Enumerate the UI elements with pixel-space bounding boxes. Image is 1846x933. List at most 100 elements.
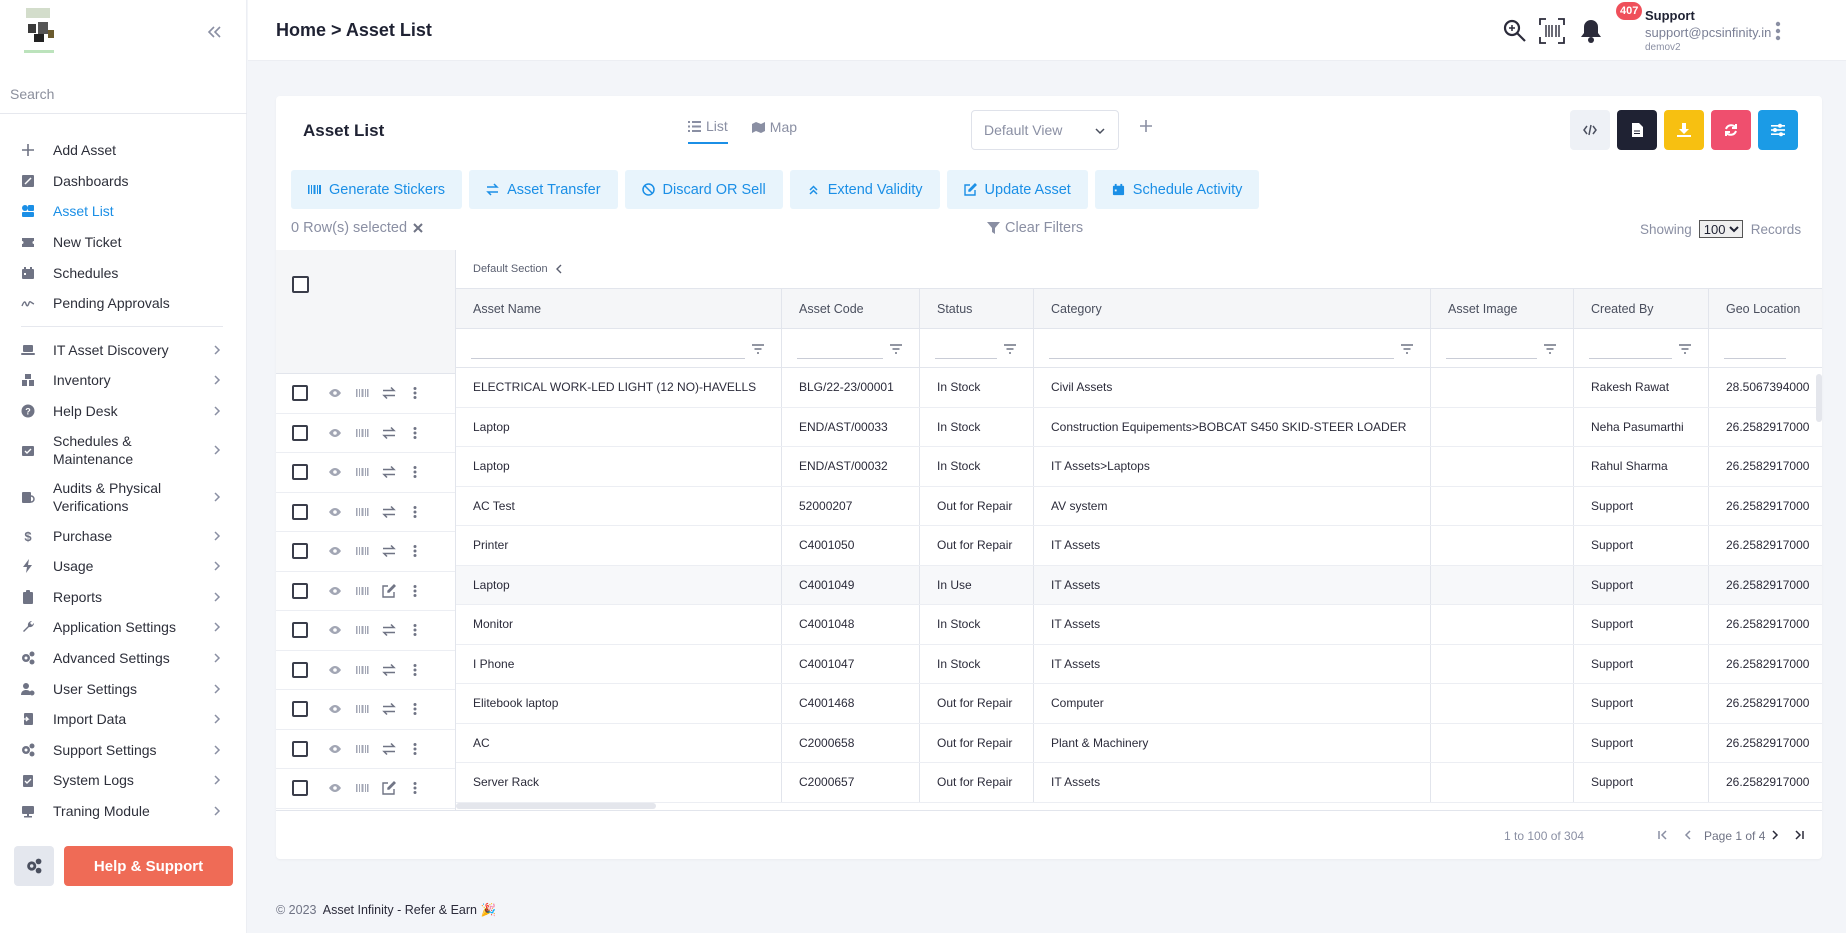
sidebar-search-input[interactable]	[10, 80, 240, 108]
view-icon[interactable]	[328, 663, 342, 677]
sidebar-item-reports[interactable]: Reports	[0, 582, 247, 613]
barcode-icon[interactable]	[355, 781, 369, 795]
clear-selection-icon[interactable]	[413, 223, 423, 233]
view-icon[interactable]	[328, 465, 342, 479]
generate-stickers-button[interactable]: Generate Stickers	[291, 170, 463, 209]
more-vertical-icon[interactable]	[412, 465, 418, 479]
section-header[interactable]: Default Section	[456, 250, 1822, 289]
barcode-icon[interactable]	[355, 584, 369, 598]
row-checkbox[interactable]	[292, 622, 308, 639]
table-row[interactable]: Server Rack C2000657 Out for Repair IT Asse…	[456, 763, 1822, 803]
transfer-icon[interactable]	[382, 505, 396, 519]
horizontal-scrollbar[interactable]	[456, 803, 656, 809]
sidebar-item-pending-approvals[interactable]: Pending Approvals	[0, 288, 247, 319]
column-header-status[interactable]: Status	[920, 289, 1034, 328]
barcode-icon[interactable]	[355, 742, 369, 756]
table-row[interactable]: Elitebook laptop C4001468 Out for Repair Co…	[456, 684, 1822, 724]
transfer-icon[interactable]	[382, 663, 396, 677]
collapse-sidebar-icon[interactable]	[204, 22, 224, 42]
sidebar-item-inventory[interactable]: Inventory	[0, 365, 247, 396]
filter-input-geo-location[interactable]	[1724, 343, 1786, 359]
column-settings-button[interactable]	[1758, 110, 1798, 150]
filter-input-status[interactable]	[935, 343, 997, 359]
view-icon[interactable]	[328, 702, 342, 716]
column-header-asset-code[interactable]: Asset Code	[782, 289, 920, 328]
row-checkbox[interactable]	[292, 424, 308, 441]
view-icon[interactable]	[328, 584, 342, 598]
extend-validity-button[interactable]: Extend Validity	[789, 170, 940, 209]
sidebar-item-schedules[interactable]: Schedules	[0, 257, 247, 288]
more-vertical-icon[interactable]	[412, 386, 418, 400]
barcode-icon[interactable]	[355, 544, 369, 558]
barcode-icon[interactable]	[355, 426, 369, 440]
sidebar-item-help-desk[interactable]: ? Help Desk	[0, 396, 247, 427]
transfer-icon[interactable]	[382, 742, 396, 756]
transfer-icon[interactable]	[382, 386, 396, 400]
filter-menu-icon[interactable]	[889, 342, 903, 356]
asset-transfer-button[interactable]: Asset Transfer	[469, 170, 618, 209]
sidebar-item-purchase[interactable]: $ Purchase	[0, 520, 247, 551]
row-checkbox[interactable]	[292, 701, 308, 718]
view-icon[interactable]	[328, 386, 342, 400]
filter-menu-icon[interactable]	[751, 342, 765, 356]
column-header-geo-location[interactable]: Geo Location	[1709, 289, 1822, 328]
filter-input-asset-code[interactable]	[797, 343, 883, 359]
more-vertical-icon[interactable]	[412, 544, 418, 558]
page-size-select[interactable]: 100	[1698, 220, 1743, 238]
table-row[interactable]: ELECTRICAL WORK-LED LIGHT (12 NO)-HAVELL…	[456, 368, 1822, 408]
tab-list[interactable]: List	[688, 118, 728, 144]
filter-menu-icon[interactable]	[1400, 342, 1414, 356]
more-vertical-icon[interactable]	[1768, 19, 1788, 43]
table-row[interactable]: AC C2000658 Out for Repair Plant & Machiner…	[456, 723, 1822, 763]
filter-input-asset-name[interactable]	[471, 343, 745, 359]
more-vertical-icon[interactable]	[412, 781, 418, 795]
row-checkbox[interactable]	[292, 385, 308, 402]
row-checkbox[interactable]	[292, 740, 308, 757]
filter-menu-icon[interactable]	[1678, 342, 1692, 356]
more-vertical-icon[interactable]	[412, 505, 418, 519]
transfer-icon[interactable]	[382, 465, 396, 479]
row-checkbox[interactable]	[292, 780, 308, 797]
clear-filters-button[interactable]: Clear Filters	[987, 220, 1083, 236]
previous-page-icon[interactable]	[1681, 828, 1695, 842]
sidebar-item-audits[interactable]: Audits & Physical Verifications	[0, 473, 247, 520]
discard-or-sell-button[interactable]: Discard OR Sell	[624, 170, 783, 209]
filter-input-created-by[interactable]	[1589, 343, 1672, 359]
last-page-icon[interactable]	[1792, 828, 1806, 842]
select-all-checkbox[interactable]	[292, 276, 309, 293]
sidebar-item-add-asset[interactable]: Add Asset	[0, 135, 247, 166]
sidebar-item-it-asset-discovery[interactable]: IT Asset Discovery	[0, 335, 247, 366]
sidebar-item-usage[interactable]: Usage	[0, 551, 247, 582]
more-vertical-icon[interactable]	[412, 623, 418, 637]
notification-bell-icon[interactable]	[1578, 18, 1604, 44]
transfer-icon[interactable]	[382, 426, 396, 440]
view-icon[interactable]	[328, 426, 342, 440]
table-row[interactable]: Printer C4001050 Out for Repair IT Assets Su…	[456, 526, 1822, 566]
edit-icon[interactable]	[382, 583, 396, 598]
more-vertical-icon[interactable]	[412, 702, 418, 716]
code-view-button[interactable]	[1570, 110, 1610, 150]
view-select[interactable]: Default View	[971, 110, 1119, 150]
barcode-icon[interactable]	[355, 386, 369, 400]
first-page-icon[interactable]	[1656, 828, 1670, 842]
column-header-created-by[interactable]: Created By	[1574, 289, 1709, 328]
more-vertical-icon[interactable]	[412, 663, 418, 677]
row-checkbox[interactable]	[292, 464, 308, 481]
edit-icon[interactable]	[382, 781, 396, 795]
search-magnify-icon[interactable]	[1502, 18, 1528, 44]
table-row[interactable]: Laptop END/AST/00032 In Stock IT Assets>Lap…	[456, 447, 1822, 487]
sidebar-item-dashboards[interactable]: Dashboards	[0, 166, 247, 197]
transfer-icon[interactable]	[382, 702, 396, 716]
barcode-icon[interactable]	[355, 623, 369, 637]
vertical-scrollbar[interactable]	[1816, 374, 1822, 422]
sidebar-item-training-module[interactable]: Traning Module	[0, 796, 247, 827]
sidebar-item-import-data[interactable]: Import Data	[0, 704, 247, 735]
sidebar-item-new-ticket[interactable]: New Ticket	[0, 227, 247, 258]
table-row[interactable]: I Phone C4001047 In Stock IT Assets Support 2…	[456, 644, 1822, 684]
view-icon[interactable]	[328, 623, 342, 637]
export-pdf-button[interactable]	[1617, 110, 1657, 150]
barcode-icon[interactable]	[355, 663, 369, 677]
barcode-scan-icon[interactable]	[1539, 18, 1565, 44]
sidebar-item-application-settings[interactable]: Application Settings	[0, 612, 247, 643]
row-checkbox[interactable]	[292, 543, 308, 560]
